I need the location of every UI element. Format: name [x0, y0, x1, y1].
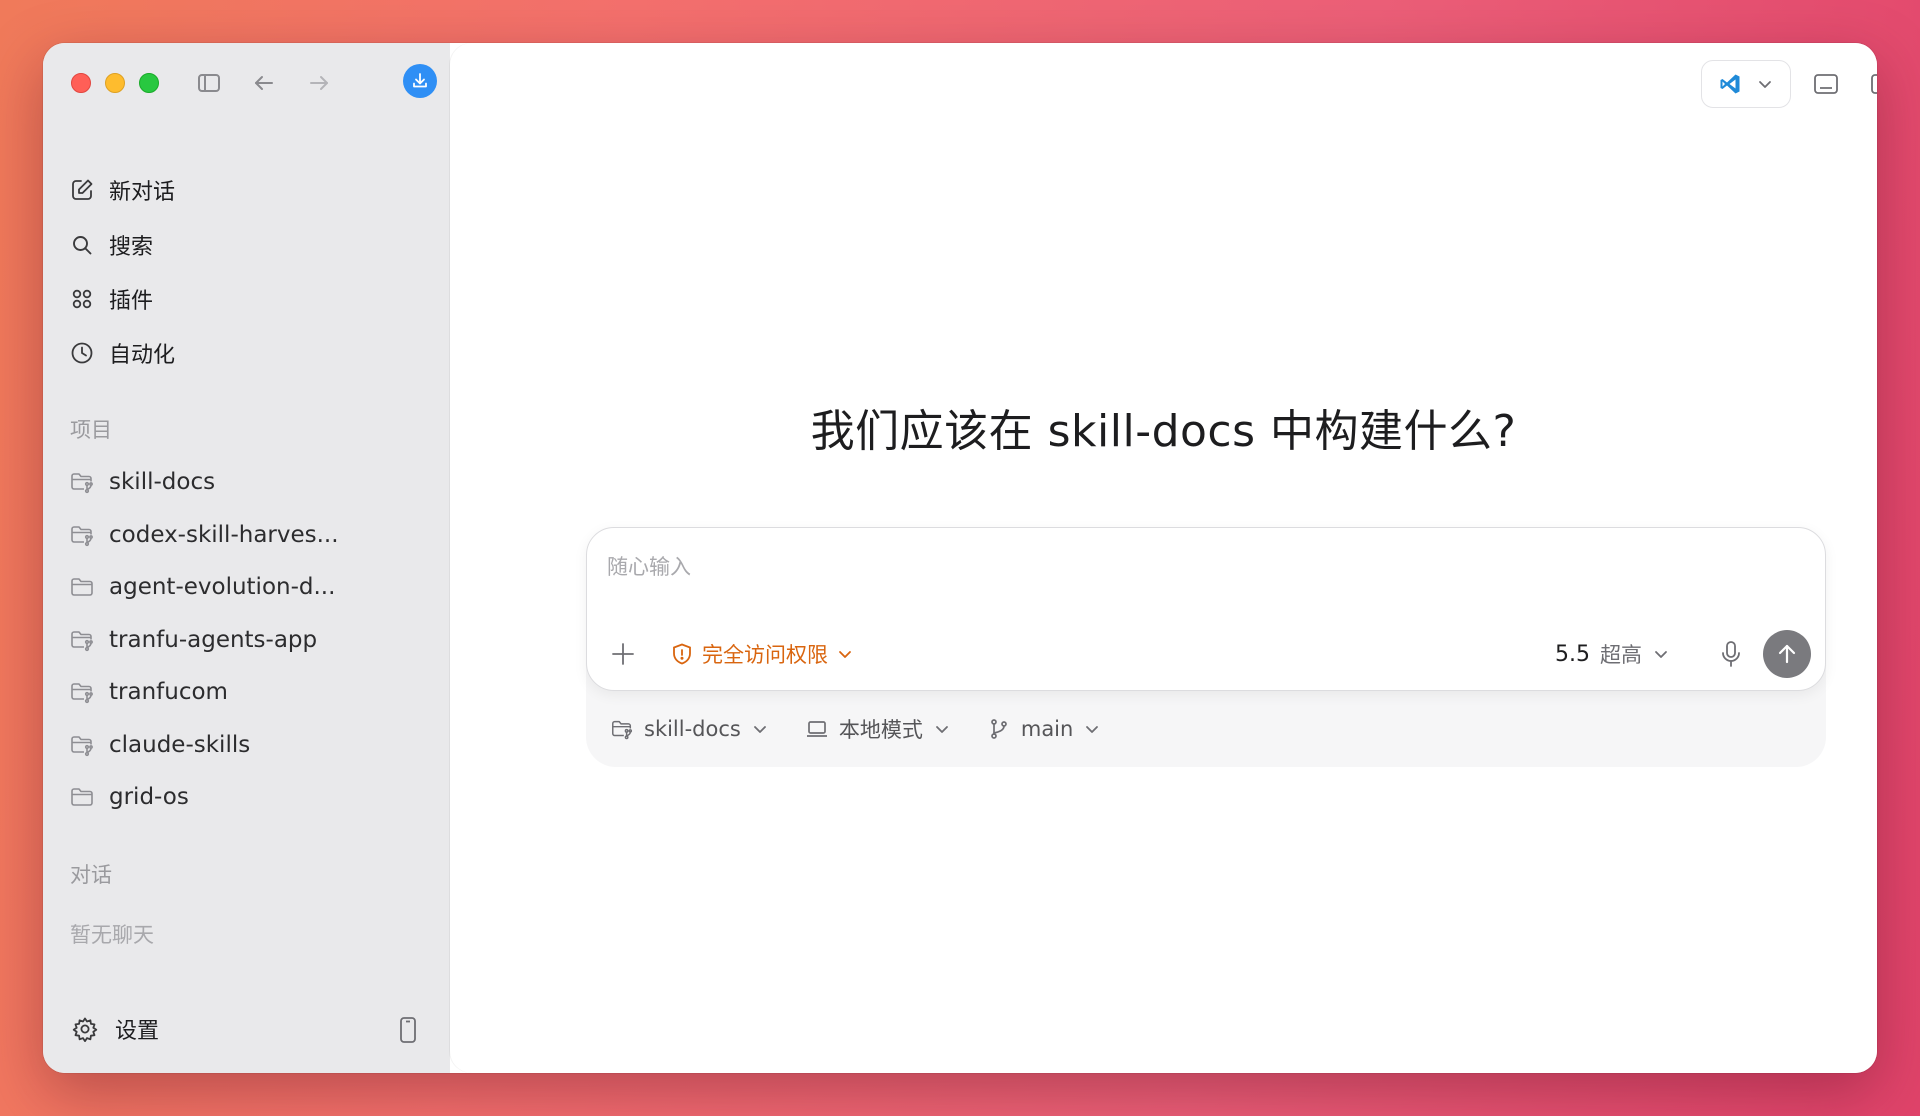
model-level: 超高 — [1600, 643, 1642, 667]
arrow-up-icon — [1778, 644, 1796, 664]
project-item[interactable]: claude-skills — [69, 725, 424, 765]
project-label: skill-docs — [109, 469, 216, 495]
project-item[interactable]: tranfucom — [69, 672, 424, 712]
composer: 完全访问权限 5.5 超高 — [586, 527, 1826, 691]
back-arrow-icon[interactable] — [250, 69, 278, 97]
project-label: claude-skills — [109, 732, 251, 758]
search-icon — [69, 232, 95, 258]
warning-icon — [670, 642, 694, 666]
microphone-button[interactable] — [1717, 638, 1745, 670]
app-window: 新对话 搜索 插件 自动化 项目 skill-docs codex-skill-… — [43, 43, 1877, 1073]
main-panel: 我们应该在 skill-docs 中构建什么? 完全访问权限 5 — [450, 43, 1877, 1073]
right-panel-toggle-icon[interactable] — [1868, 69, 1877, 99]
mode-selector[interactable]: 本地模式 — [805, 714, 951, 744]
project-label: tranfucom — [109, 679, 228, 705]
nav-plugins[interactable]: 插件 — [69, 277, 424, 321]
access-label: 完全访问权限 — [702, 643, 828, 667]
nav-label: 新对话 — [109, 180, 176, 205]
folder-icon — [69, 574, 95, 600]
git-branch-icon — [987, 717, 1011, 741]
git-folder-icon — [69, 522, 95, 548]
project-item[interactable]: agent-evolution-d... — [69, 567, 424, 607]
plus-icon — [612, 643, 634, 665]
git-folder-icon — [69, 469, 95, 495]
git-folder-icon — [69, 732, 95, 758]
mode-selector-label: 本地模式 — [838, 718, 923, 742]
project-item[interactable]: skill-docs — [69, 462, 424, 502]
chevron-down-icon — [751, 720, 769, 738]
sidebar: 新对话 搜索 插件 自动化 项目 skill-docs codex-skill-… — [43, 43, 450, 1073]
bottom-panel-toggle-icon[interactable] — [1811, 69, 1841, 99]
project-label: grid-os — [109, 784, 189, 810]
settings-label: 设置 — [115, 1019, 160, 1044]
nav-automation[interactable]: 自动化 — [69, 331, 424, 375]
send-button[interactable] — [1763, 630, 1811, 678]
composer-container: 完全访问权限 5.5 超高 — [586, 527, 1826, 767]
clock-icon — [69, 340, 95, 366]
microphone-icon — [1722, 641, 1740, 667]
nav-search[interactable]: 搜索 — [69, 223, 424, 267]
nav-new-chat[interactable]: 新对话 — [69, 168, 424, 212]
git-folder-icon — [610, 717, 634, 741]
project-selector[interactable]: skill-docs — [610, 717, 769, 741]
close-window-button[interactable] — [71, 73, 91, 93]
branch-selector[interactable]: main — [987, 717, 1101, 741]
projects-section-label: 项目 — [70, 418, 112, 442]
project-label: tranfu-agents-app — [109, 627, 318, 653]
prompt-input[interactable] — [607, 550, 1787, 584]
branch-selector-label: main — [1020, 717, 1074, 741]
compose-icon — [69, 177, 95, 203]
sidebar-toggle-icon[interactable] — [195, 69, 223, 97]
chats-empty-text: 暂无聊天 — [70, 923, 154, 947]
access-permission-dropdown[interactable]: 完全访问权限 — [670, 636, 854, 672]
phone-icon[interactable] — [396, 1016, 420, 1044]
chevron-down-icon — [933, 720, 951, 738]
page-title: 我们应该在 skill-docs 中构建什么? — [810, 406, 1517, 457]
project-label: agent-evolution-d... — [109, 574, 336, 600]
forward-arrow-icon[interactable] — [305, 69, 333, 97]
settings-button[interactable]: 设置 — [71, 1009, 159, 1049]
add-attachment-button[interactable] — [609, 640, 637, 668]
open-in-ide-picker[interactable] — [1701, 60, 1791, 108]
nav-label: 搜索 — [109, 235, 154, 260]
minimize-window-button[interactable] — [105, 73, 125, 93]
vscode-icon — [1718, 72, 1742, 96]
gear-icon — [71, 1015, 99, 1043]
project-item[interactable]: grid-os — [69, 777, 424, 817]
folder-icon — [69, 784, 95, 810]
download-icon — [413, 73, 427, 88]
laptop-icon — [805, 717, 829, 741]
chevron-down-icon — [1652, 645, 1670, 663]
git-folder-icon — [69, 679, 95, 705]
project-item[interactable]: codex-skill-harves... — [69, 515, 424, 555]
chats-section-label: 对话 — [70, 863, 112, 887]
chevron-down-icon — [1083, 720, 1101, 738]
chevron-down-icon — [836, 645, 854, 663]
plugins-icon — [69, 286, 95, 312]
git-folder-icon — [69, 627, 95, 653]
chevron-down-icon — [1756, 75, 1774, 93]
nav-label: 插件 — [109, 289, 154, 314]
download-update-button[interactable] — [403, 64, 437, 98]
project-selector-label: skill-docs — [644, 717, 741, 741]
composer-context-bar: skill-docs 本地模式 main — [610, 709, 1137, 749]
zoom-window-button[interactable] — [139, 73, 159, 93]
project-item[interactable]: tranfu-agents-app — [69, 620, 424, 660]
nav-label: 自动化 — [109, 343, 176, 368]
model-selector[interactable]: 5.5 超高 — [1555, 636, 1670, 672]
model-version: 5.5 — [1555, 641, 1590, 667]
project-label: codex-skill-harves... — [109, 522, 339, 548]
